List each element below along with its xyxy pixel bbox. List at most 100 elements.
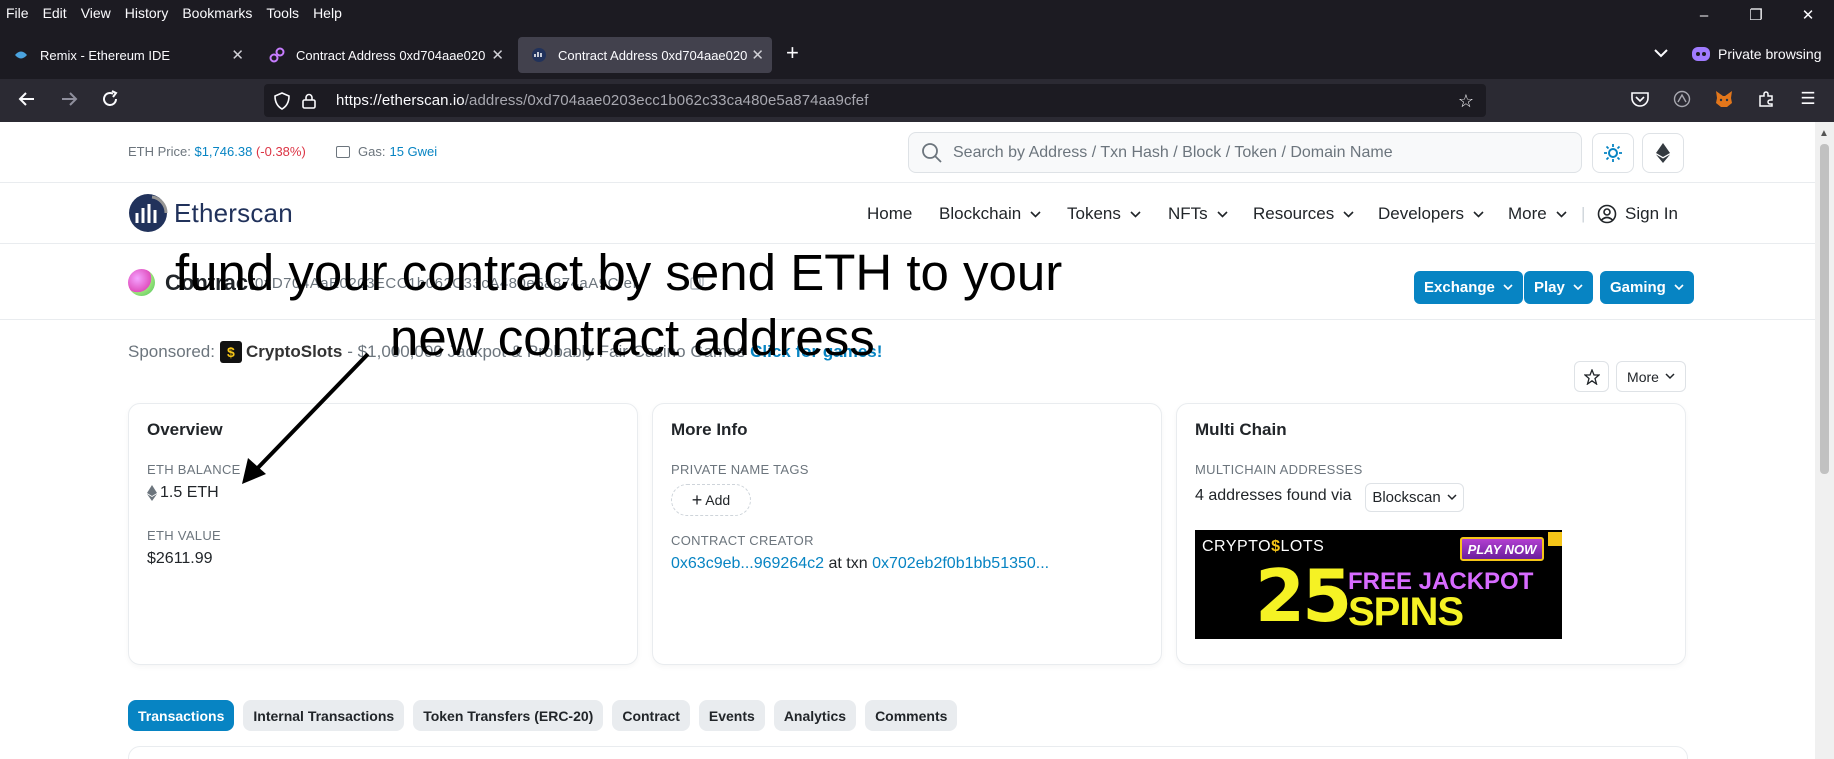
tab-transactions[interactable]: Transactions xyxy=(128,700,235,731)
gas-price: Gas: 15 Gwei xyxy=(336,144,437,159)
close-tab-icon[interactable]: ✕ xyxy=(231,46,244,64)
nav-blockchain[interactable]: Blockchain xyxy=(939,204,1041,224)
contract-avatar xyxy=(128,269,155,296)
forward-icon[interactable] xyxy=(59,89,79,114)
nav-resources[interactable]: Resources xyxy=(1253,204,1354,224)
nav-label: Tokens xyxy=(1067,204,1121,223)
exchange-button[interactable]: Exchange xyxy=(1414,271,1523,304)
ad-play-now-button[interactable]: PLAY NOW xyxy=(1460,537,1544,561)
gaming-button[interactable]: Gaming xyxy=(1600,271,1694,304)
lock-icon[interactable] xyxy=(302,93,316,109)
content-tabs: Transactions Internal Transactions Token… xyxy=(128,700,966,731)
eth-price-value[interactable]: $1,746.38 xyxy=(194,144,252,159)
favorite-button[interactable] xyxy=(1574,361,1609,392)
tab-comments[interactable]: Comments xyxy=(865,700,958,731)
star-icon xyxy=(1583,368,1600,385)
eth-price: ETH Price: $1,746.38 (-0.38%) xyxy=(128,144,306,159)
chevron-down-icon xyxy=(1030,210,1041,218)
private-browsing-indicator: Private browsing xyxy=(1692,46,1822,62)
chevron-down-icon xyxy=(1503,284,1513,291)
tab-contract-1[interactable]: Contract Address 0xd704aae020 ✕ xyxy=(256,37,512,73)
nav-separator: | xyxy=(1581,204,1586,223)
tab-token-transfers[interactable]: Token Transfers (ERC-20) xyxy=(413,700,604,731)
tab-internal-transactions[interactable]: Internal Transactions xyxy=(243,700,405,731)
nav-tokens[interactable]: Tokens xyxy=(1067,204,1141,224)
blockscan-dropdown[interactable]: Blockscan xyxy=(1365,483,1464,512)
tab-contract-2[interactable]: Contract Address 0xd704aae020 ✕ xyxy=(518,37,772,73)
tab-contract[interactable]: Contract xyxy=(612,700,690,731)
ethereum-icon xyxy=(147,485,157,501)
ad-corner-badge-icon xyxy=(1548,532,1562,546)
tab-remix[interactable]: Remix - Ethereum IDE ✕ xyxy=(0,37,252,73)
menu-bookmarks[interactable]: Bookmarks xyxy=(182,5,252,21)
page-scrollbar[interactable]: ▲ xyxy=(1815,122,1834,759)
cryptoslots-ad-banner[interactable]: CRYPTO$LOTS PLAY NOW 25 FREE JACKPOT SPI… xyxy=(1195,530,1562,639)
tab-analytics[interactable]: Analytics xyxy=(773,700,857,731)
close-tab-icon[interactable]: ✕ xyxy=(751,46,764,64)
chevron-down-icon xyxy=(1447,494,1457,501)
gaming-label: Gaming xyxy=(1610,279,1666,296)
nav-developers[interactable]: Developers xyxy=(1378,204,1484,224)
menu-help[interactable]: Help xyxy=(313,5,342,21)
close-tab-icon[interactable]: ✕ xyxy=(491,46,504,64)
sign-in-link[interactable]: Sign In xyxy=(1597,204,1678,224)
tab-list-chevron-icon[interactable] xyxy=(1654,45,1668,61)
chevron-down-icon xyxy=(1217,210,1228,218)
theme-toggle-button[interactable] xyxy=(1592,133,1634,173)
scroll-up-arrow-icon[interactable]: ▲ xyxy=(1819,128,1829,139)
logo-text: Etherscan xyxy=(174,197,293,228)
nav-home[interactable]: Home xyxy=(867,204,912,224)
tab-label: Contract Address 0xd704aae020 xyxy=(558,47,748,63)
app-menu-hamburger-icon[interactable]: ☰ xyxy=(1797,88,1819,110)
creation-txn-link[interactable]: 0x702eb2f0b1bb51350... xyxy=(872,555,1049,572)
bookmark-star-icon[interactable]: ☆ xyxy=(1458,91,1474,112)
pocket-icon[interactable] xyxy=(1629,88,1651,110)
tab-events[interactable]: Events xyxy=(698,700,765,731)
chevron-down-icon xyxy=(1473,210,1484,218)
menu-view[interactable]: View xyxy=(81,5,111,21)
transactions-panel xyxy=(128,746,1688,759)
more-actions-button[interactable]: More xyxy=(1616,361,1686,392)
etherscan-logo[interactable]: Etherscan xyxy=(128,193,293,233)
contract-creator-row: 0x63c9eb...969264c2 at txn 0x702eb2f0b1b… xyxy=(671,555,1049,573)
private-browsing-label: Private browsing xyxy=(1718,46,1822,62)
gas-value[interactable]: 15 Gwei xyxy=(389,144,437,159)
etherscan-logo-icon xyxy=(129,194,168,232)
menu-edit[interactable]: Edit xyxy=(43,5,67,21)
creator-address-link[interactable]: 0x63c9eb...969264c2 xyxy=(671,555,824,572)
new-tab-icon[interactable]: + xyxy=(786,42,799,64)
extension-a-icon[interactable] xyxy=(1671,88,1693,110)
address-bar[interactable]: https://etherscan.io/address/0xd704aae02… xyxy=(264,84,1486,117)
menu-file[interactable]: File xyxy=(6,5,29,21)
ad-brand-dollar: $ xyxy=(1271,538,1281,555)
menu-tools[interactable]: Tools xyxy=(266,5,299,21)
search-input[interactable]: Search by Address / Txn Hash / Block / T… xyxy=(908,132,1582,173)
nav-nfts[interactable]: NFTs xyxy=(1168,204,1228,224)
more-info-card: More Info PRIVATE NAME TAGS + Add CONTRAC… xyxy=(652,403,1162,665)
play-button[interactable]: Play xyxy=(1524,271,1593,304)
url-path: /address/0xd704aae0203ecc1b062c33ca480e5… xyxy=(464,92,869,109)
add-name-tag-button[interactable]: + Add xyxy=(671,484,751,516)
sun-icon xyxy=(1604,144,1622,162)
metamask-fox-icon[interactable] xyxy=(1713,88,1735,110)
ad-brand-c: LOTS xyxy=(1280,538,1325,555)
nav-label: Blockchain xyxy=(939,204,1022,223)
menu-history[interactable]: History xyxy=(125,5,169,21)
reload-icon[interactable] xyxy=(100,89,120,114)
etherscan-icon xyxy=(530,46,548,64)
chevron-down-icon xyxy=(1665,373,1675,380)
nav-more[interactable]: More xyxy=(1508,204,1567,224)
ad-big-number: 25 xyxy=(1255,554,1352,638)
tracking-protection-icon[interactable] xyxy=(274,91,290,110)
extensions-puzzle-icon[interactable] xyxy=(1755,88,1777,110)
tab-label: Remix - Ethereum IDE xyxy=(40,47,171,63)
multi-chain-card: Multi Chain MULTICHAIN ADDRESSES 4 addre… xyxy=(1176,403,1686,665)
overview-title: Overview xyxy=(147,420,223,439)
nav-label: Developers xyxy=(1378,204,1464,223)
eth-balance-label: ETH BALANCE xyxy=(147,462,241,477)
plus-icon: + xyxy=(691,489,703,510)
scrollbar-thumb[interactable] xyxy=(1820,144,1829,474)
back-icon[interactable] xyxy=(17,89,37,114)
sponsored-label: Sponsored: xyxy=(128,342,215,361)
network-select-button[interactable] xyxy=(1642,133,1684,173)
